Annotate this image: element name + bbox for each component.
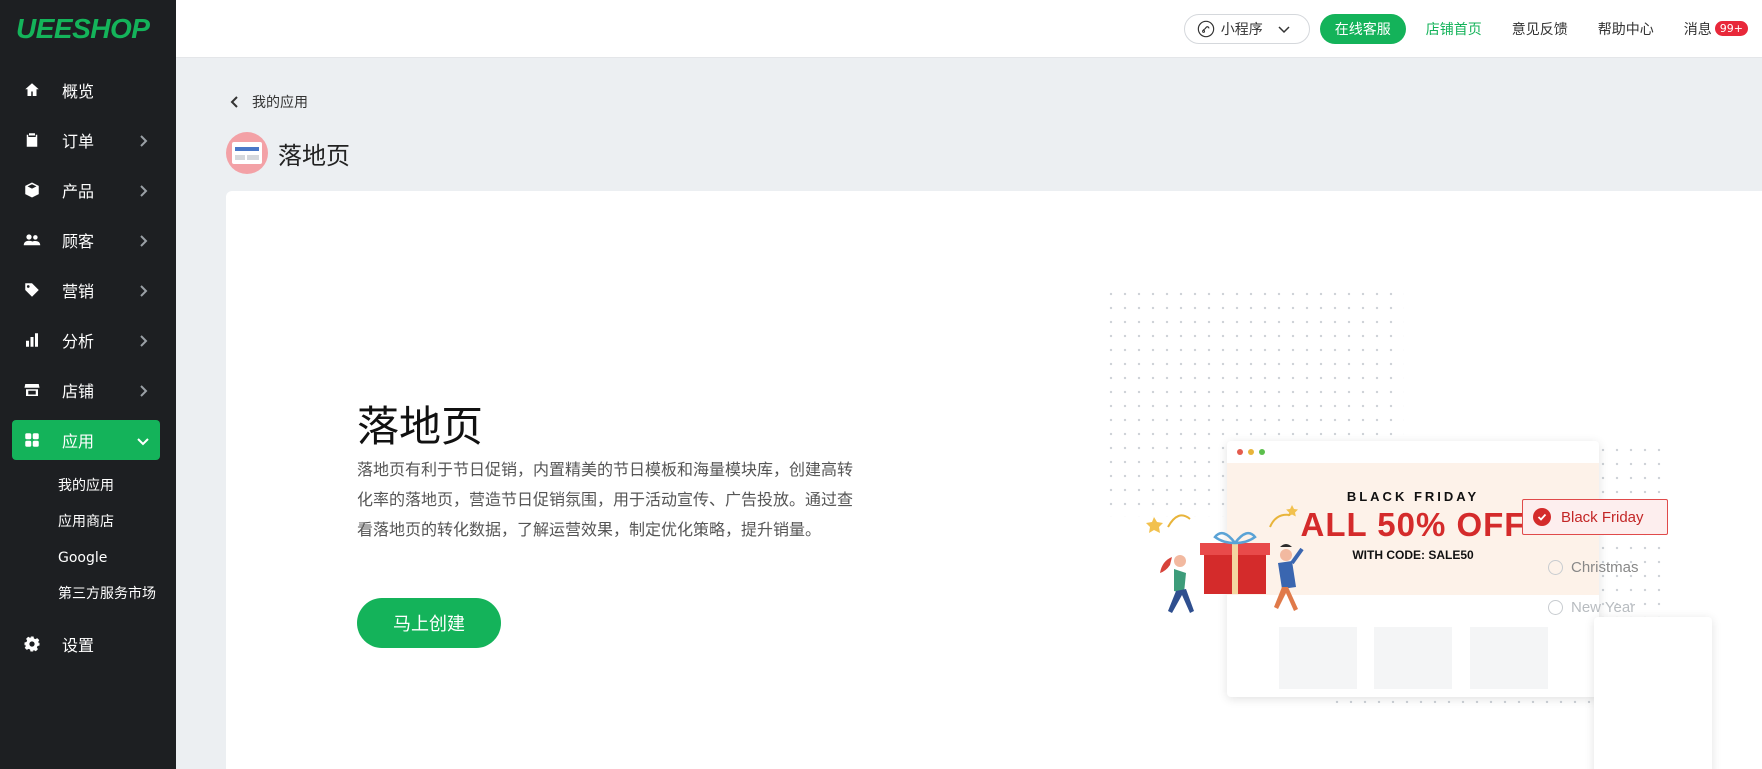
sidebar-item-label: 营销: [62, 282, 95, 301]
sidebar-item-settings[interactable]: 设置: [12, 624, 160, 664]
messages-label: 消息: [1683, 21, 1712, 38]
mini-program-dropdown[interactable]: 小程序: [1183, 13, 1310, 44]
help-center-link[interactable]: 帮助中心: [1598, 19, 1654, 39]
sidebar-item-analytics[interactable]: 分析: [12, 320, 160, 360]
gear-icon: [22, 634, 42, 654]
chevron-right-icon: [136, 133, 150, 147]
chevron-right-icon: [136, 333, 150, 347]
option-selected: Black Friday: [1522, 499, 1668, 535]
option-new-year: New Year: [1548, 599, 1635, 616]
option-label: New Year: [1571, 599, 1636, 616]
messages-link[interactable]: 消息 99+: [1684, 19, 1748, 39]
tag-icon: [22, 280, 42, 300]
breadcrumb[interactable]: 我的应用: [228, 92, 308, 112]
radio-icon: [1548, 600, 1563, 615]
online-service-button[interactable]: 在线客服: [1319, 13, 1406, 44]
bar-chart-icon: [22, 330, 42, 350]
chevron-right-icon: [136, 233, 150, 247]
celebration-people-graphic: [1146, 505, 1304, 613]
feedback-link[interactable]: 意见反馈: [1512, 19, 1568, 39]
apps-submenu: 我的应用 应用商店 Google 第三方服务市场: [0, 468, 176, 612]
sidebar-item-products[interactable]: 产品: [12, 170, 160, 210]
box-icon: [22, 180, 42, 200]
logo[interactable]: UEESHOP: [0, 0, 176, 58]
sidebar: UEESHOP 概览 订单 产品 顾客 营销 分析 店铺 应用 我的应用 应用商…: [0, 0, 176, 769]
breadcrumb-back-label: 我的应用: [252, 95, 308, 111]
sidebar-item-orders[interactable]: 订单: [12, 120, 160, 160]
app-logo: [226, 132, 268, 174]
sidebar-item-label: 顾客: [62, 232, 95, 251]
sidebar-item-label: 店铺: [62, 382, 95, 401]
messages-badge: 99+: [1714, 21, 1748, 36]
home-icon: [22, 80, 42, 100]
store-icon: [22, 380, 42, 400]
sidebar-item-marketing[interactable]: 营销: [12, 270, 160, 310]
submenu-item-third-party-market[interactable]: 第三方服务市场: [0, 576, 176, 612]
mini-program-icon: [1197, 20, 1215, 37]
chevron-right-icon: [136, 283, 150, 297]
create-now-button[interactable]: 马上创建: [357, 598, 501, 648]
option-label: Christmas: [1571, 559, 1639, 576]
option-christmas: Christmas: [1548, 559, 1639, 576]
chevron-down-icon: [136, 433, 150, 447]
chevron-right-icon: [136, 183, 150, 197]
sidebar-item-label: 概览: [62, 82, 95, 101]
landing-page-illustration: BLACK FRIDAY ALL 50% OFF WITH CODE: SALE…: [1104, 287, 1724, 769]
submenu-item-my-apps[interactable]: 我的应用: [0, 468, 176, 504]
submenu-item-app-store[interactable]: 应用商店: [0, 504, 176, 540]
sidebar-item-label: 设置: [62, 636, 95, 655]
sidebar-item-label: 订单: [62, 132, 95, 151]
sidebar-item-customers[interactable]: 顾客: [12, 220, 160, 260]
sidebar-item-label: 产品: [62, 182, 95, 201]
users-icon: [22, 230, 42, 250]
top-bar: 小程序 在线客服 店铺首页 意见反馈 帮助中心 消息 99+: [176, 0, 1762, 58]
sidebar-nav-bottom: 设置: [0, 624, 176, 664]
hero-title: 落地页: [357, 402, 484, 451]
page-title: 落地页: [278, 141, 350, 170]
holiday-select-dropdown: [1594, 617, 1712, 769]
option-label: Black Friday: [1561, 508, 1644, 526]
app-header: 落地页: [226, 132, 350, 174]
app-intro-card: 落地页 落地页有利于节日促销，内置精美的节日模板和海量模块库，创建高转化率的落地…: [226, 191, 1762, 769]
sidebar-item-overview[interactable]: 概览: [12, 70, 160, 110]
sidebar-item-label: 分析: [62, 332, 95, 351]
chevron-left-icon: [230, 96, 238, 108]
submenu-item-google[interactable]: Google: [0, 540, 176, 576]
clipboard-icon: [22, 130, 42, 150]
sidebar-item-store[interactable]: 店铺: [12, 370, 160, 410]
logo-text: UEESHOP: [16, 13, 150, 44]
apps-icon: [22, 430, 42, 450]
sidebar-item-apps[interactable]: 应用: [12, 420, 160, 460]
check-icon: [1533, 508, 1551, 526]
sidebar-item-label: 应用: [62, 432, 95, 451]
mini-program-label: 小程序: [1220, 21, 1263, 38]
sidebar-nav: 概览 订单 产品 顾客 营销 分析 店铺 应用: [0, 70, 176, 460]
hero-description: 落地页有利于节日促销，内置精美的节日模板和海量模块库，创建高转化率的落地页，营造…: [357, 460, 854, 539]
chevron-right-icon: [136, 383, 150, 397]
store-home-link[interactable]: 店铺首页: [1426, 19, 1482, 39]
radio-icon: [1548, 560, 1563, 575]
chevron-down-icon: [1278, 25, 1290, 33]
